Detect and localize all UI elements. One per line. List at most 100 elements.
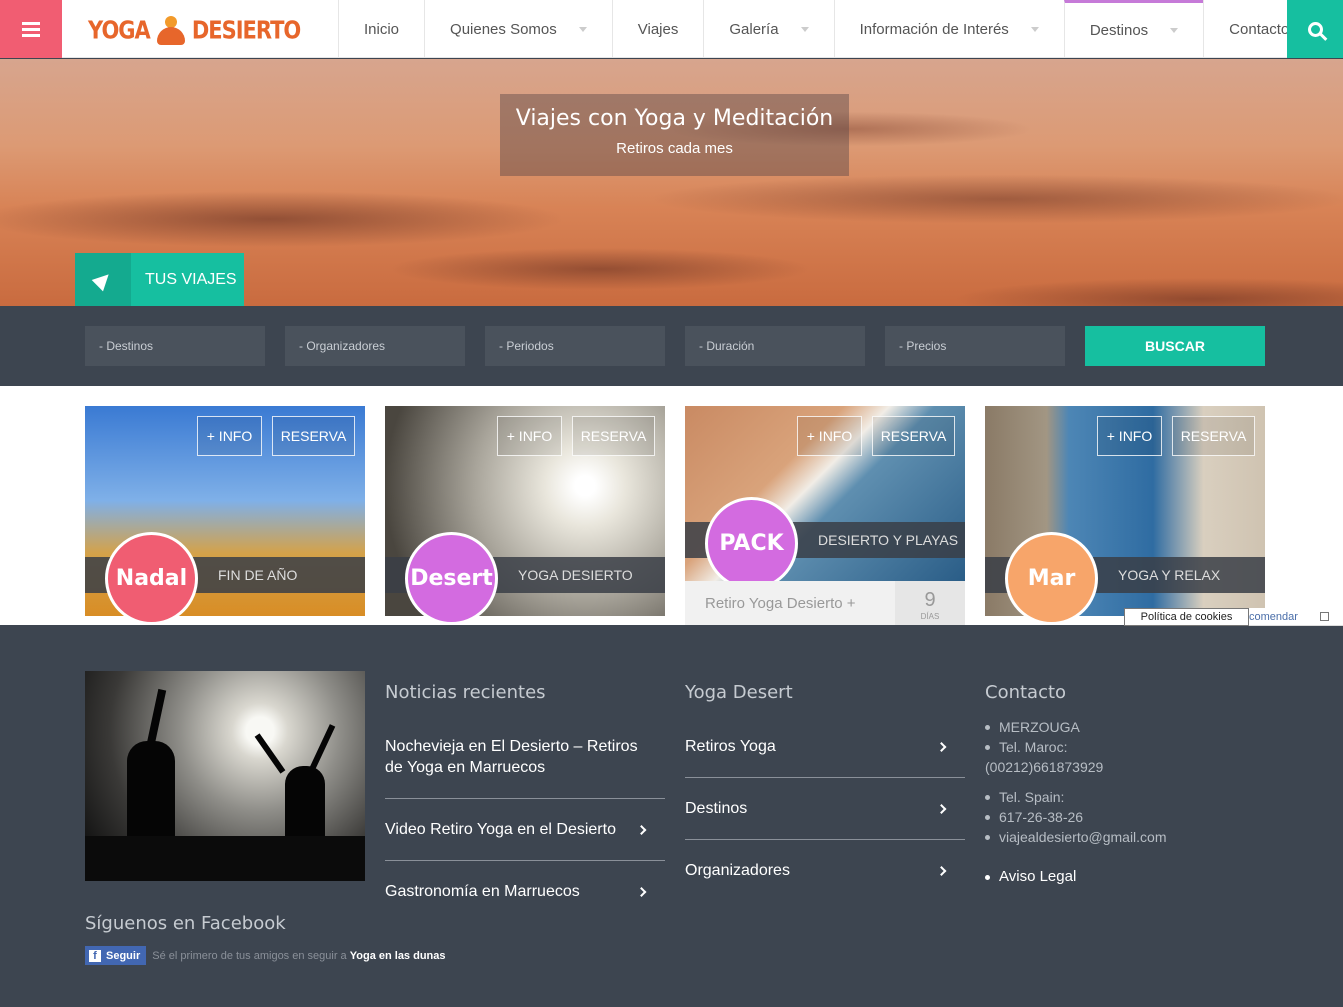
chevron-down-icon xyxy=(1030,26,1039,32)
facebook-follow-row: f Seguir Sé el primero de tus amigos en … xyxy=(85,946,446,965)
nav-item-galeria[interactable]: Galería xyxy=(703,0,833,58)
hamburger-menu-button[interactable] xyxy=(0,0,62,58)
news-item[interactable]: Video Retiro Yoga en el Desierto xyxy=(385,819,665,840)
trip-filter-bar: - Destinos - Organizadores - Periodos - … xyxy=(0,306,1343,386)
footer-link-label: Organizadores xyxy=(685,862,790,879)
divider xyxy=(685,839,965,840)
footer-link-organizadores[interactable]: Organizadores xyxy=(685,860,965,881)
info-button[interactable]: + INFO xyxy=(497,416,562,456)
contact-tel-maroc: (00212)661873929 xyxy=(985,759,1104,775)
chevron-down-icon xyxy=(800,26,809,32)
facebook-photo[interactable] xyxy=(85,671,365,881)
hamburger-icon xyxy=(22,27,40,31)
card-details: Retiro Yoga Desierto + 9 DÍAS xyxy=(685,581,965,625)
recommend-widget[interactable]: comendar xyxy=(1249,608,1343,626)
footer-link-destinos[interactable]: Destinos xyxy=(685,798,965,819)
follow-text-body: Sé el primero de tus amigos en seguir a xyxy=(152,949,347,962)
card-days: 9 DÍAS xyxy=(895,581,965,625)
nav-label: Información de Interés xyxy=(859,20,1009,38)
follow-page-link[interactable]: Yoga en las dunas xyxy=(350,950,446,962)
news-label: Nochevieja en El Desierto – Retiros de Y… xyxy=(385,738,638,776)
trip-card[interactable]: + INFO RESERVA YOGA Y RELAX Mar xyxy=(985,406,1265,625)
nav-label: Quienes Somos xyxy=(450,20,557,38)
chevron-down-icon xyxy=(578,26,587,32)
follow-text: Sé el primero de tus amigos en seguir a … xyxy=(152,950,445,962)
news-label: Gastronomía en Marruecos xyxy=(385,883,580,900)
footer-link-label: Retiros Yoga xyxy=(685,738,776,755)
hero-subtitle: Retiros cada mes xyxy=(616,140,733,157)
contact-tel-maroc-label: Tel. Maroc: xyxy=(985,737,1285,757)
divider xyxy=(685,777,965,778)
nav-label: Galería xyxy=(729,20,779,38)
contact-tel-spain-label: Tel. Spain: xyxy=(985,787,1285,807)
square-icon xyxy=(1319,612,1329,621)
footer-link-label: Destinos xyxy=(685,800,748,817)
news-label: Video Retiro Yoga en el Desierto xyxy=(385,821,616,838)
nav-label: Destinos xyxy=(1089,22,1149,39)
facebook-icon: f xyxy=(89,949,101,962)
trip-card[interactable]: + INFO RESERVA DESIERTO Y PLAYAS PACK Re… xyxy=(685,406,965,625)
news-item[interactable]: Gastronomía en Marruecos xyxy=(385,881,665,902)
contact-city: MERZOUGA xyxy=(985,717,1285,737)
info-button[interactable]: + INFO xyxy=(197,416,262,456)
site-footer: Síguenos en Facebook f Seguir Sé el prim… xyxy=(0,625,1343,1007)
footer-link-retiros[interactable]: Retiros Yoga xyxy=(685,736,965,757)
facebook-title: Síguenos en Facebook xyxy=(85,913,286,934)
hero-title: Viajes con Yoga y Meditación xyxy=(515,106,834,131)
filter-precios[interactable]: - Precios xyxy=(885,326,1065,366)
location-arrow-icon xyxy=(91,268,115,291)
filter-organizadores[interactable]: - Organizadores xyxy=(285,326,465,366)
search-icon xyxy=(1307,21,1323,37)
info-button[interactable]: + INFO xyxy=(1097,416,1162,456)
facebook-follow-button[interactable]: f Seguir xyxy=(85,946,147,965)
nav-item-inicio[interactable]: Inicio xyxy=(338,0,424,58)
chevron-down-icon xyxy=(1170,28,1179,33)
card-title: Retiro Yoga Desierto + xyxy=(705,595,856,612)
nav-item-destinos[interactable]: Destinos xyxy=(1063,0,1204,58)
filter-duracion[interactable]: - Duración xyxy=(685,326,865,366)
buscar-button[interactable]: BUSCAR xyxy=(1085,326,1265,366)
card-badge: PACK xyxy=(705,497,798,590)
trip-card[interactable]: + INFO RESERVA FIN DE AÑO Nadal xyxy=(85,406,365,625)
card-badge: Nadal xyxy=(105,532,198,625)
nav-item-informacion[interactable]: Información de Interés xyxy=(833,0,1064,58)
nav-label: Inicio xyxy=(364,20,400,38)
cookie-policy-button[interactable]: Política de cookies xyxy=(1124,608,1249,626)
search-button[interactable] xyxy=(1287,0,1343,58)
tus-viajes-tab[interactable]: TUS VIAJES xyxy=(75,253,244,306)
tus-viajes-label: TUS VIAJES xyxy=(145,270,237,288)
divider xyxy=(385,860,665,861)
reserva-button[interactable]: RESERVA xyxy=(1172,416,1255,456)
reserva-button[interactable]: RESERVA xyxy=(872,416,955,456)
trip-cards: + INFO RESERVA FIN DE AÑO Nadal + INFO R… xyxy=(0,386,1343,625)
card-badge: Mar xyxy=(1005,532,1098,625)
site-logo[interactable]: YOGA DESIERTO xyxy=(88,14,301,46)
top-navigation: YOGA DESIERTO Inicio Quienes Somos Viaje… xyxy=(0,0,1343,58)
info-button[interactable]: + INFO xyxy=(797,416,862,456)
filter-periodos[interactable]: - Periodos xyxy=(485,326,665,366)
contact-tel-spain: 617-26-38-26 xyxy=(985,807,1285,827)
hero-caption: Viajes con Yoga y Meditación Retiros cad… xyxy=(500,94,849,176)
divider xyxy=(385,798,665,799)
chevron-right-icon xyxy=(636,886,647,897)
reserva-button[interactable]: RESERVA xyxy=(572,416,655,456)
aviso-legal-link[interactable]: Aviso Legal xyxy=(985,867,1285,887)
nav-item-quienes-somos[interactable]: Quienes Somos xyxy=(424,0,612,58)
filter-destinos[interactable]: - Destinos xyxy=(85,326,265,366)
chevron-right-icon xyxy=(936,741,947,752)
news-title: Noticias recientes xyxy=(385,682,546,703)
nav-label: Viajes xyxy=(637,20,679,38)
trip-card[interactable]: + INFO RESERVA YOGA DESIERTO Desert xyxy=(385,406,665,625)
buddha-icon xyxy=(156,14,186,46)
recommend-label: comendar xyxy=(1249,610,1298,623)
news-item[interactable]: Nochevieja en El Desierto – Retiros de Y… xyxy=(385,736,665,778)
chevron-right-icon xyxy=(936,803,947,814)
logo-word-right: DESIERTO xyxy=(191,15,301,45)
yoga-desert-title: Yoga Desert xyxy=(685,682,793,703)
contact-email[interactable]: viajealdesierto@gmail.com xyxy=(985,827,1285,847)
chevron-right-icon xyxy=(936,865,947,876)
contact-list: MERZOUGA Tel. Maroc: (00212)661873929 Te… xyxy=(985,717,1285,887)
nav-item-viajes[interactable]: Viajes xyxy=(611,0,704,58)
reserva-button[interactable]: RESERVA xyxy=(272,416,355,456)
days-count: 9 xyxy=(924,589,936,611)
